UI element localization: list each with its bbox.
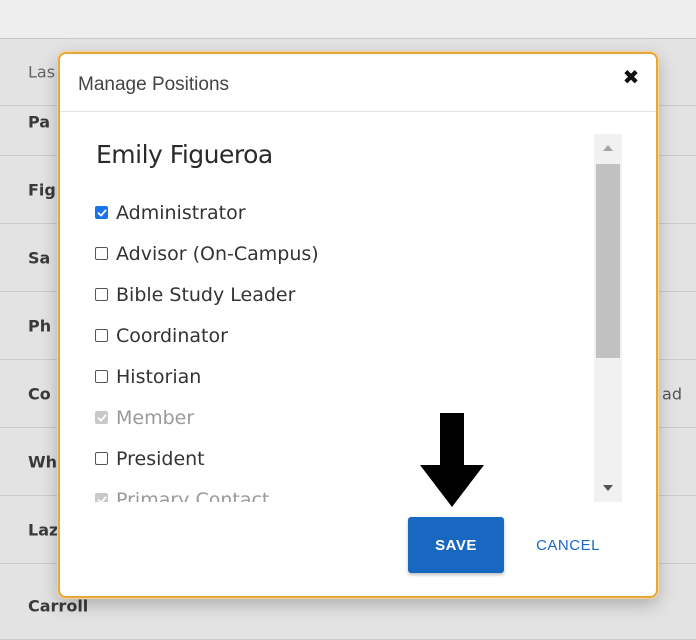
dialog-body: Emily Figueroa Administrator Advisor (On… [60, 112, 656, 507]
position-label: Primary Contact [116, 488, 270, 503]
checkbox [95, 411, 108, 424]
table-cell-last-name: Ph [28, 316, 52, 335]
checkbox[interactable] [95, 452, 108, 465]
position-item-member: Member [95, 397, 319, 438]
checkbox[interactable] [95, 370, 108, 383]
table-cell-last-name: Wh [28, 452, 58, 471]
manage-positions-dialog: Manage Positions ✖ Emily Figueroa Admini… [58, 52, 658, 598]
checkbox[interactable] [95, 206, 108, 219]
positions-scroll-area[interactable]: Emily Figueroa Administrator Advisor (On… [80, 132, 620, 502]
checkbox[interactable] [95, 329, 108, 342]
checkbox[interactable] [95, 247, 108, 260]
position-label: Member [116, 406, 195, 429]
position-label: Advisor (On-Campus) [116, 242, 319, 265]
dialog-header: Manage Positions ✖ [60, 54, 656, 112]
position-label: Administrator [116, 201, 246, 224]
table-cell-last-name: Sa [28, 248, 51, 267]
position-label: Historian [116, 365, 202, 388]
positions-list: Administrator Advisor (On-Campus) Bible … [95, 192, 319, 502]
checkbox[interactable] [95, 288, 108, 301]
position-item-coordinator[interactable]: Coordinator [95, 315, 319, 356]
background-top-strip [0, 0, 696, 39]
table-cell-last-name: Pa [28, 112, 51, 131]
scroll-up-arrow-icon[interactable] [594, 134, 622, 162]
position-label: Coordinator [116, 324, 228, 347]
position-item-president[interactable]: President [95, 438, 319, 479]
save-button[interactable]: SAVE [408, 517, 504, 573]
positions-scrollbar[interactable] [594, 134, 622, 502]
cancel-button[interactable]: CANCEL [520, 517, 616, 573]
position-item-administrator[interactable]: Administrator [95, 192, 319, 233]
table-cell-last-name: Co [28, 384, 51, 403]
close-icon[interactable]: ✖ [620, 66, 642, 88]
scroll-down-arrow-icon[interactable] [594, 474, 622, 502]
position-item-primary-contact: Primary Contact [95, 479, 319, 502]
table-cell-last-name: Laz [28, 520, 59, 539]
position-item-bible-study-leader[interactable]: Bible Study Leader [95, 274, 319, 315]
person-name: Emily Figueroa [96, 140, 273, 169]
position-label: Bible Study Leader [116, 283, 296, 306]
table-cell-last-name: Carroll [28, 596, 89, 615]
position-label: President [116, 447, 205, 470]
position-item-advisor-on-campus[interactable]: Advisor (On-Campus) [95, 233, 319, 274]
scrollbar-thumb[interactable] [596, 164, 620, 358]
table-cell-last-name: Fig [28, 180, 56, 199]
dialog-title: Manage Positions [78, 74, 230, 95]
position-item-historian[interactable]: Historian [95, 356, 319, 397]
table-cell-position: ad [662, 384, 682, 403]
table-header-last-name: Las [28, 62, 56, 81]
checkbox [95, 493, 108, 502]
